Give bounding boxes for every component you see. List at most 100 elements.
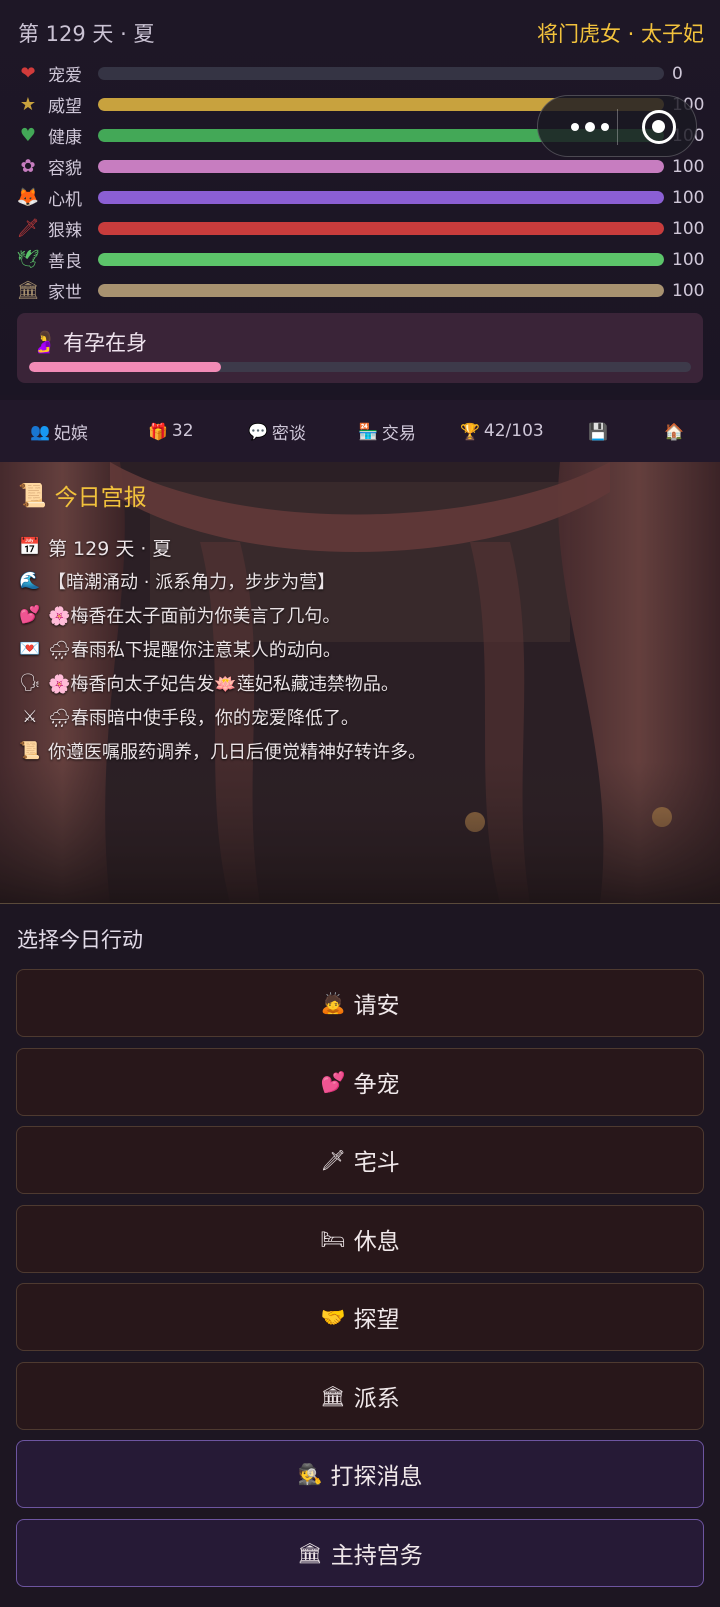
stat-name: 狠辣 [48,221,82,241]
stat-row: 🦊 心机 100 [0,182,720,213]
stat-row: 🏛 家世 100 [0,275,720,306]
people-icon: 👥 [30,421,50,441]
faction-button[interactable]: 🏛 派系 [16,1361,704,1430]
report-line-text: 🌸梅香向太子妃告发🪷莲妃私藏违禁物品。 [48,674,399,695]
stat-bar [98,67,664,80]
more-icon[interactable] [558,116,622,138]
action-label: 请安 [353,993,400,1019]
gift-icon: 🎁 [148,421,168,441]
hearts-icon: 💕 [19,605,41,625]
stat-bar-fill [98,253,664,266]
report-date: 第 129 天 · 夏 [48,537,172,560]
stat-value: 100 [672,218,705,239]
menu-item-trophy[interactable]: 🏆 42/103 [460,400,544,462]
action-label: 争宠 [353,1071,400,1098]
save-icon: 💾 [588,421,608,441]
report-line: 💌 🌧春雨私下提醒你注意某人的动向。 [18,632,426,666]
stat-value: 100 [672,156,705,177]
report-line: ⚔ 🌧春雨暗中使手段，你的宠爱降低了。 [18,700,426,734]
menu-item-house[interactable]: 🏠 [664,400,688,462]
stat-name: 健康 [48,128,82,148]
day-label: 第 129 天 · 夏 [18,22,155,46]
pregnancy-label: 有孕在身 [63,331,148,355]
palace-affairs-button[interactable]: 🏛 主持宫务 [16,1518,704,1587]
daily-report: 📜 今日宫报 📅 第 129 天 · 夏 🌊 【暗潮涌动 · 派系角力，步步为营】… [0,462,720,903]
pregnancy-progress-fill [29,362,221,372]
report-lines: 📅 第 129 天 · 夏 🌊 【暗潮涌动 · 派系角力，步步为营】 💕 🌸梅香在太子… [18,530,426,768]
visit-button[interactable]: 🤝 探望 [16,1283,704,1351]
menu-item-gift[interactable]: 🎁 32 [148,400,194,462]
stat-name: 威望 [48,97,82,117]
action-label: 宅斗 [353,1150,400,1176]
stat-row: 🕊 善良 100 [0,244,720,275]
report-line: 📜 你遵医嘱服药调养，几日后便觉精神好转许多。 [18,734,426,768]
building-icon: 🏛 [320,1383,346,1408]
house-fight-button[interactable]: 🗡 宅斗 [16,1126,704,1194]
letter-icon: 💌 [19,639,41,659]
stat-row: ❤ 宠爱 0 [0,58,720,89]
action-label: 派系 [353,1385,400,1412]
status-header: 第 129 天 · 夏 将门虎女 · 太子妃 ❤ 宠爱 0 ★ 威望 100 ♥ 健康 100 ✿… [0,0,720,395]
detective-icon: 🕵 [297,1462,323,1486]
stat-name: 宠爱 [48,66,82,86]
role-title: 将门虎女 · 太子妃 [536,22,704,46]
stat-bar [98,284,664,297]
report-line: 🌊 【暗潮涌动 · 派系角力，步步为营】 [18,564,426,598]
chat-icon: 💬 [248,421,268,441]
dagger-icon: 🗡 [16,218,40,239]
dove-icon: 🕊 [16,249,40,270]
store-icon: 🏪 [358,421,378,441]
menu-bar: 👥 妃嫔 🎁 32 💬 密谈 🏪 交易 🏆 42/103 💾 🏠 [0,400,720,462]
report-title: 今日宫报 [54,485,147,511]
speaking-icon: 🗣 [19,673,41,693]
fox-icon: 🦊 [16,187,40,208]
stat-bar [98,222,664,235]
menu-item-label: 32 [171,421,194,441]
stat-name: 容貌 [48,159,82,179]
stat-bar-fill [98,222,664,235]
menu-item-label: 交易 [381,423,416,444]
report-line-text: 【暗潮涌动 · 派系角力，步步为营】 [48,572,336,593]
menu-item-save[interactable]: 💾 [588,400,612,462]
scroll-icon: 📜 [18,482,47,509]
stat-row: 🗡 狠辣 100 [0,213,720,244]
report-line-text: 🌧春雨私下提醒你注意某人的动向。 [48,640,341,661]
action-label: 休息 [353,1228,400,1255]
menu-item-store[interactable]: 🏪 交易 [358,400,416,462]
stat-name: 心机 [48,190,82,210]
trophy-icon: 🏆 [460,421,480,441]
close-icon[interactable] [642,110,676,144]
report-line-text: 🌸梅香在太子面前为你美言了几句。 [48,606,341,627]
stat-name: 善良 [48,252,82,272]
stat-bar [98,253,664,266]
action-panel: 选择今日行动 🙇 请安 💕 争宠 🗡 宅斗 🛏 休息 🤝 探望 🏛 派系 🕵 打探消息 🏛 主持宫务 [0,903,720,1607]
calendar-icon: 📅 [19,537,41,557]
wave-icon: 🌊 [19,571,41,591]
action-label: 主持宫务 [330,1542,423,1569]
stat-name: 家世 [48,283,82,303]
action-label: 打探消息 [330,1464,423,1490]
stat-bar [98,160,664,173]
action-label: 探望 [353,1307,400,1333]
stat-bar-fill [98,284,664,297]
greet-button[interactable]: 🙇 请安 [16,969,704,1037]
stat-value: 100 [672,280,705,301]
swords-icon: ⚔ [22,707,38,727]
menu-item-label: 42/103 [483,421,544,441]
menu-item-chat[interactable]: 💬 密谈 [248,400,306,462]
actions-title: 选择今日行动 [17,928,143,952]
building-icon: 🏛 [297,1540,323,1565]
stat-value: 0 [672,63,683,84]
handshake-icon: 🤝 [320,1305,346,1329]
rest-button[interactable]: 🛏 休息 [16,1204,704,1273]
spy-button[interactable]: 🕵 打探消息 [16,1440,704,1508]
miniprogram-capsule [537,95,697,157]
compete-favor-button[interactable]: 💕 争宠 [16,1047,704,1116]
stat-bar-fill [98,191,664,204]
stat-value: 100 [672,187,705,208]
menu-item-people[interactable]: 👥 妃嫔 [30,400,88,462]
menu-item-label: 密谈 [271,423,306,444]
report-line: 🗣 🌸梅香向太子妃告发🪷莲妃私藏违禁物品。 [18,666,426,700]
pregnancy-progress-bar [29,362,691,372]
heart-icon: ❤ [20,63,36,84]
